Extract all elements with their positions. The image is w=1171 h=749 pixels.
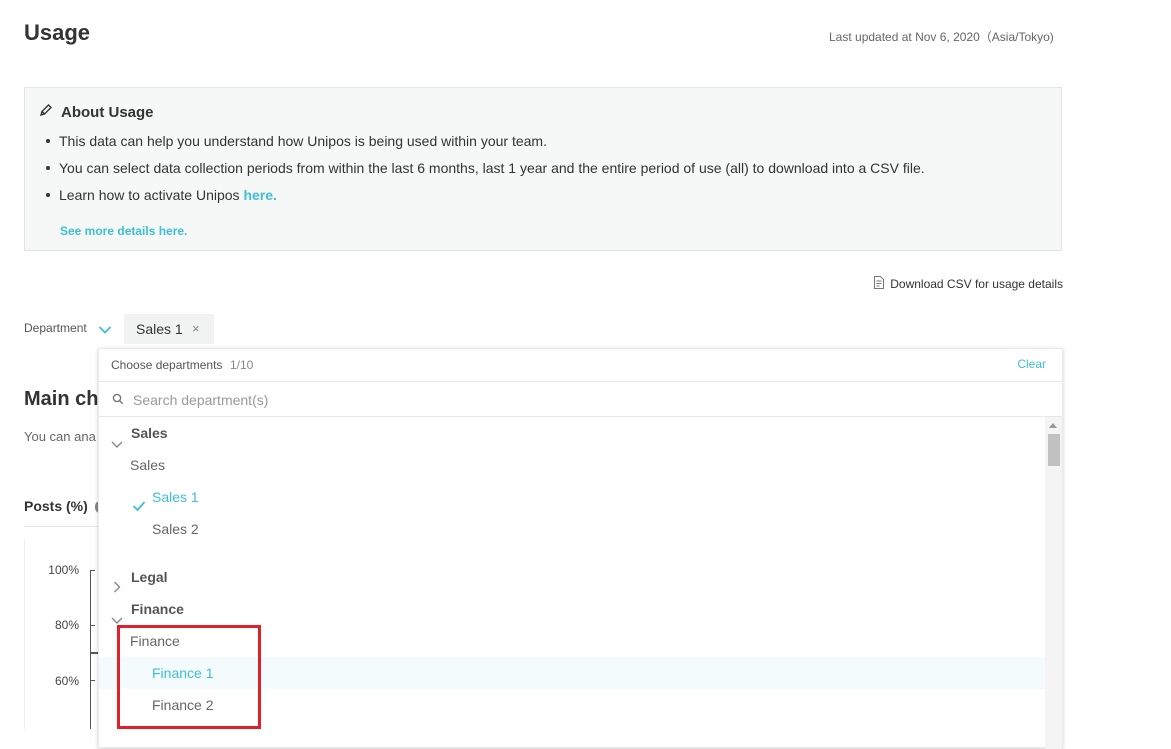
list-item-sales-2[interactable]: Sales 2 bbox=[99, 513, 1045, 545]
y-tick-label: 100% bbox=[48, 563, 79, 577]
choose-departments-label: Choose departments bbox=[111, 358, 223, 372]
download-csv-label: Download CSV for usage details bbox=[890, 277, 1063, 291]
group-label: Finance bbox=[131, 601, 184, 617]
y-tick-label: 60% bbox=[54, 674, 79, 688]
main-chart-description: You can ana bbox=[24, 429, 96, 444]
about-usage-heading: About Usage bbox=[39, 103, 154, 121]
selected-department-chip: Sales 1 × bbox=[124, 314, 214, 344]
list-item-sales-1[interactable]: Sales 1 bbox=[99, 481, 1045, 513]
about-bullet-3-text: Learn how to activate Unipos bbox=[59, 187, 244, 203]
y-axis-tick bbox=[90, 680, 95, 681]
group-legal[interactable]: Legal bbox=[99, 561, 1045, 593]
group-finance[interactable]: Finance bbox=[99, 593, 1045, 625]
group-label: Sales bbox=[131, 425, 168, 441]
department-label: Sales 2 bbox=[152, 521, 199, 537]
dropdown-header: Choose departments 1/10 Clear bbox=[99, 349, 1062, 382]
see-more-details-link[interactable]: See more details here. bbox=[60, 224, 187, 238]
about-usage-panel: About Usage This data can help you under… bbox=[24, 87, 1062, 251]
department-filter-label: Department bbox=[24, 321, 87, 335]
about-usage-title: About Usage bbox=[61, 103, 154, 121]
main-chart-title: Main cha bbox=[24, 388, 110, 410]
csv-file-icon bbox=[873, 276, 890, 292]
selection-count: 1/10 bbox=[230, 358, 254, 372]
y-axis-line bbox=[90, 570, 91, 729]
group-label: Legal bbox=[131, 569, 168, 585]
group-sales[interactable]: Sales bbox=[99, 417, 1045, 449]
department-label: Sales 1 bbox=[152, 489, 199, 505]
department-label: Sales bbox=[130, 457, 166, 473]
pencil-icon bbox=[39, 103, 61, 121]
close-icon[interactable]: × bbox=[192, 321, 200, 336]
y-axis-tick bbox=[90, 625, 95, 626]
about-usage-list: This data can help you understand how Un… bbox=[46, 132, 925, 213]
about-bullet-1: This data can help you understand how Un… bbox=[46, 132, 925, 159]
divider bbox=[24, 526, 104, 527]
search-input[interactable] bbox=[131, 388, 1015, 412]
chip-label: Sales 1 bbox=[136, 321, 183, 337]
y-tick-label: 80% bbox=[54, 618, 79, 632]
page-title: Usage bbox=[24, 20, 91, 45]
posts-chart-label: Posts (%) bbox=[24, 498, 88, 514]
scroll-up-arrow-icon[interactable] bbox=[1049, 423, 1057, 428]
clear-button[interactable]: Clear bbox=[1017, 357, 1046, 371]
scrollbar-thumb[interactable] bbox=[1048, 434, 1060, 466]
highlight-annotation-box bbox=[117, 625, 261, 729]
activate-here-link[interactable]: here. bbox=[243, 187, 276, 203]
download-csv-button[interactable]: Download CSV for usage details bbox=[873, 276, 1063, 292]
last-updated-text: Last updated at Nov 6, 2020（Asia/Tokyo) bbox=[829, 30, 1054, 44]
scrollbar[interactable] bbox=[1045, 417, 1062, 749]
about-bullet-3: Learn how to activate Unipos here. bbox=[46, 186, 925, 213]
about-bullet-2: You can select data collection periods f… bbox=[46, 159, 925, 186]
y-axis-tick bbox=[90, 570, 95, 571]
department-search bbox=[99, 382, 1062, 417]
chevron-down-icon[interactable] bbox=[98, 322, 112, 340]
list-item-sales[interactable]: Sales bbox=[99, 449, 1045, 481]
